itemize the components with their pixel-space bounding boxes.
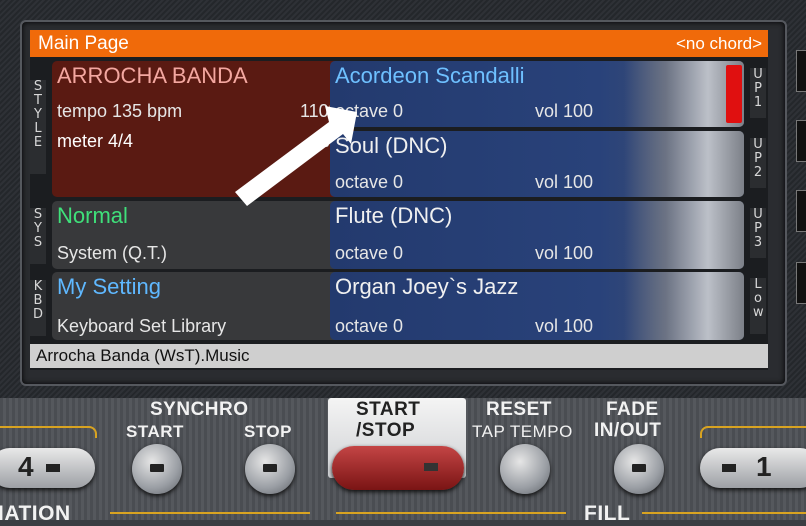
synchro-start-button[interactable] bbox=[132, 444, 182, 494]
fade-label-1: FADE bbox=[606, 399, 659, 420]
synchro-label: SYNCHRO bbox=[150, 399, 249, 420]
reset-label: RESET bbox=[486, 399, 552, 420]
track-up2[interactable]: Soul (DNC) octave 0 vol 100 bbox=[330, 131, 744, 197]
up1-side-label: U P 1 bbox=[750, 68, 766, 118]
synchro-stop-label: STOP bbox=[244, 422, 292, 441]
microphone-image bbox=[624, 131, 744, 197]
saxophone-image bbox=[624, 201, 744, 269]
kbd-sub: Keyboard Set Library bbox=[57, 316, 227, 336]
keyboard-guitar-image bbox=[624, 272, 744, 340]
sys-name: Normal bbox=[57, 203, 128, 228]
track-volume: vol 100 bbox=[535, 316, 594, 336]
kbd-name: My Setting bbox=[57, 274, 161, 299]
style-meter: meter 4/4 bbox=[57, 131, 134, 151]
gold-divider bbox=[700, 426, 806, 438]
track-up1[interactable]: Acordeon Scandalli octave 0 vol 100 bbox=[330, 61, 744, 127]
title-bar: Main Page <no chord> bbox=[30, 30, 768, 57]
bezel-tab bbox=[796, 50, 806, 92]
low-side-label: L o w bbox=[750, 278, 766, 334]
synchro-start-label: START bbox=[126, 422, 184, 441]
fill-section-label: FILL bbox=[584, 502, 631, 525]
sys-side-label: S Y S bbox=[30, 208, 46, 264]
fade-in-out-button[interactable] bbox=[614, 444, 664, 494]
start-stop-label-1: START bbox=[356, 399, 421, 420]
control-panel: SYNCHRO START STOP START /STOP RESET TAP… bbox=[0, 398, 806, 525]
button-led bbox=[46, 464, 60, 472]
synchro-stop-button[interactable] bbox=[245, 444, 295, 494]
variation-4-button[interactable]: 4 bbox=[0, 448, 95, 488]
track-volume: vol 100 bbox=[535, 243, 594, 263]
gold-divider bbox=[0, 426, 97, 438]
gold-divider bbox=[336, 512, 566, 514]
style-name: ARROCHA BANDA bbox=[57, 63, 248, 88]
gold-divider bbox=[642, 512, 806, 514]
fill-1-button[interactable]: 1 bbox=[700, 448, 806, 488]
status-text: Arrocha Banda (WsT).Music bbox=[36, 346, 250, 365]
up1-active-indicator bbox=[726, 65, 742, 123]
bezel-tab bbox=[796, 190, 806, 232]
style-side-label: S T Y L E bbox=[30, 80, 46, 174]
track-name: Acordeon Scandalli bbox=[335, 63, 525, 88]
sys-sub: System (Q.T.) bbox=[57, 243, 168, 263]
up3-side-label: U P 3 bbox=[750, 208, 766, 258]
reset-tap-tempo-button[interactable] bbox=[500, 444, 550, 494]
kbd-panel[interactable]: My Setting Keyboard Set Library bbox=[52, 272, 354, 340]
gold-divider bbox=[110, 512, 310, 514]
track-volume: vol 100 bbox=[535, 101, 594, 121]
kbd-side-label: K B D bbox=[30, 280, 46, 336]
start-stop-label-2: /STOP bbox=[356, 420, 416, 441]
track-low[interactable]: Organ Joey`s Jazz octave 0 vol 100 bbox=[330, 272, 744, 340]
button-led bbox=[424, 463, 438, 471]
chord-indicator[interactable]: <no chord> bbox=[676, 34, 762, 54]
button-led bbox=[722, 464, 736, 472]
tap-tempo-label: TAP TEMPO bbox=[472, 422, 573, 441]
variation-section-label: IATION bbox=[0, 502, 71, 525]
page-title: Main Page bbox=[38, 33, 129, 54]
status-bar: Arrocha Banda (WsT).Music bbox=[30, 344, 768, 368]
fade-label-2: IN/OUT bbox=[594, 420, 662, 441]
bezel-tab bbox=[796, 262, 806, 304]
track-octave: octave 0 bbox=[335, 243, 404, 263]
track-up3[interactable]: Flute (DNC) octave 0 vol 100 bbox=[330, 201, 744, 269]
bezel-tab bbox=[796, 120, 806, 162]
up2-side-label: U P 2 bbox=[750, 138, 766, 188]
start-stop-button[interactable] bbox=[332, 446, 464, 490]
style-tempo: tempo 135 bpm bbox=[57, 101, 183, 121]
track-volume: vol 100 bbox=[535, 172, 594, 192]
main-screen: Main Page <no chord> S T Y L E S Y S K B… bbox=[30, 30, 768, 370]
track-name: Organ Joey`s Jazz bbox=[335, 274, 519, 299]
track-octave: octave 0 bbox=[335, 316, 404, 336]
pointer-arrow-icon bbox=[235, 106, 357, 206]
